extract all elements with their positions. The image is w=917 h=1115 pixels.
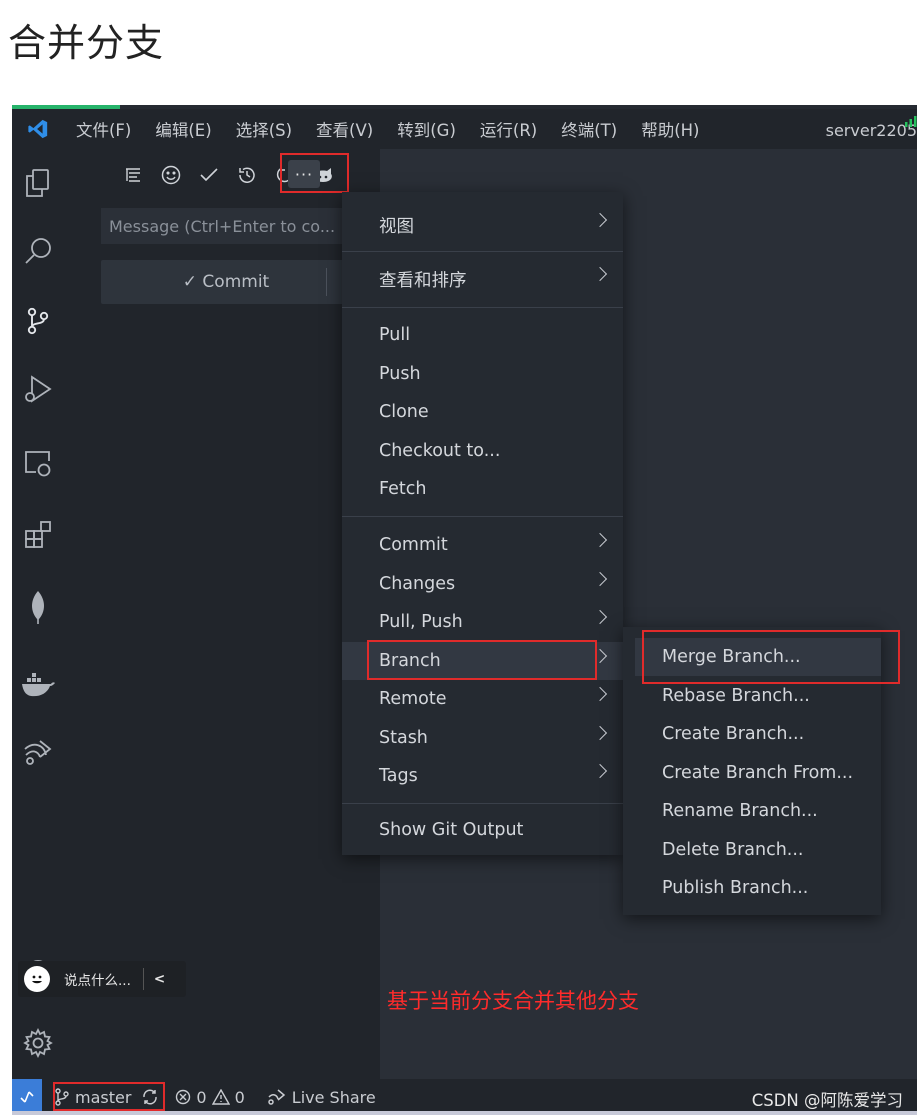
submenu-delete-branch[interactable]: Delete Branch... [623, 831, 881, 869]
menu-edit[interactable]: 编辑(E) [143, 117, 223, 141]
commit-button-label: ✓ Commit [182, 272, 270, 292]
menu-item-checkout[interactable]: Checkout to... [342, 432, 623, 470]
menu-item-clone[interactable]: Clone [342, 393, 623, 431]
menu-separator [342, 516, 623, 517]
live-share-icon[interactable] [20, 735, 56, 771]
warning-icon [211, 1089, 230, 1105]
run-debug-icon[interactable] [20, 371, 56, 407]
menu-go[interactable]: 转到(G) [385, 117, 468, 141]
chevron-right-icon [592, 212, 608, 228]
search-icon[interactable] [20, 233, 56, 269]
chevron-right-icon [592, 266, 608, 282]
menu-item-fetch[interactable]: Fetch [342, 470, 623, 508]
menu-terminal[interactable]: 终端(T) [549, 117, 629, 141]
remote-explorer-icon[interactable] [20, 445, 56, 481]
menu-item-pull[interactable]: Pull [342, 316, 623, 354]
menu-file[interactable]: 文件(F) [64, 117, 143, 141]
chat-collapse-button[interactable]: < [154, 971, 165, 987]
explorer-icon[interactable] [20, 165, 56, 201]
commit-divider [326, 268, 327, 296]
menu-view[interactable]: 查看(V) [304, 117, 385, 141]
commit-message-input[interactable] [101, 208, 351, 244]
highlight-more-actions [280, 153, 349, 193]
submenu-rename-branch[interactable]: Rename Branch... [623, 792, 881, 830]
chat-widget[interactable]: 说点什么... < [18, 961, 186, 997]
source-control-panel: ··· ✓ Commit [64, 149, 380, 1079]
problems-indicator[interactable]: 0 0 [175, 1087, 245, 1107]
page-title: 合并分支 [8, 21, 165, 65]
warning-count: 0 [234, 1087, 245, 1107]
mongodb-leaf-icon[interactable] [20, 589, 56, 625]
menu-item-changes[interactable]: Changes [342, 565, 623, 603]
menu-item-commit[interactable]: Commit [342, 526, 623, 564]
highlight-branch-indicator [53, 1082, 165, 1111]
source-control-icon[interactable] [20, 303, 56, 339]
live-share-button[interactable]: Live Share [267, 1088, 376, 1107]
chevron-right-icon [592, 532, 608, 548]
menu-item-stash[interactable]: Stash [342, 719, 623, 757]
bottom-divider [12, 1111, 917, 1115]
submenu-publish-branch[interactable]: Publish Branch... [623, 869, 881, 907]
live-share-label: Live Share [291, 1087, 376, 1107]
menu-item-pull-push[interactable]: Pull, Push [342, 603, 623, 641]
live-share-status-icon [268, 1089, 285, 1105]
smiley-face-icon [24, 966, 50, 992]
scm-context-menu: 视图 查看和排序 Pull Push Clone Checkout to... … [342, 192, 623, 855]
menu-run[interactable]: 运行(R) [468, 117, 549, 141]
menu-item-show-git-output[interactable]: Show Git Output [342, 811, 623, 849]
vscode-logo-icon [12, 109, 64, 149]
submenu-create-branch[interactable]: Create Branch... [623, 715, 881, 753]
chevron-right-icon [592, 725, 608, 741]
smiley-icon[interactable] [152, 161, 190, 189]
highlight-branch [367, 640, 597, 680]
highlight-merge-branch [642, 630, 900, 684]
signal-icon [905, 116, 917, 127]
csdn-watermark: CSDN @阿陈爱学习 [751, 1091, 903, 1110]
menubar: 文件(F) 编辑(E) 选择(S) 查看(V) 转到(G) 运行(R) 终端(T… [12, 109, 917, 149]
chat-label: 说点什么... [64, 973, 131, 989]
remote-indicator-icon[interactable] [12, 1079, 42, 1115]
menu-item-remote[interactable]: Remote [342, 680, 623, 718]
menu-help[interactable]: 帮助(H) [629, 117, 711, 141]
annotation-text: 基于当前分支合并其他分支 [387, 989, 639, 1013]
docker-icon[interactable] [20, 667, 56, 703]
menu-separator [342, 251, 623, 252]
menu-separator [342, 803, 623, 804]
extensions-icon[interactable] [20, 517, 56, 553]
chevron-right-icon [592, 686, 608, 702]
menu-item-view-sort[interactable]: 查看和排序 [342, 260, 623, 298]
activity-bar [12, 149, 64, 1079]
submenu-create-branch-from[interactable]: Create Branch From... [623, 754, 881, 792]
vscode-window: 文件(F) 编辑(E) 选择(S) 查看(V) 转到(G) 运行(R) 终端(T… [12, 105, 917, 1115]
menu-selection[interactable]: 选择(S) [224, 117, 304, 141]
menu-item-push[interactable]: Push [342, 355, 623, 393]
history-icon[interactable] [228, 161, 266, 189]
server-name: server2205 [825, 121, 917, 140]
chevron-right-icon [592, 609, 608, 625]
commit-button[interactable]: ✓ Commit [101, 260, 351, 304]
commit-check-icon[interactable] [190, 161, 228, 189]
menu-item-tags[interactable]: Tags [342, 757, 623, 795]
tree-view-icon[interactable] [114, 161, 152, 189]
menu-separator [342, 307, 623, 308]
error-count: 0 [196, 1087, 207, 1107]
error-icon [176, 1089, 191, 1105]
chevron-right-icon [592, 571, 608, 587]
chevron-right-icon [592, 763, 608, 779]
menu-item-view[interactable]: 视图 [342, 206, 623, 244]
settings-gear-icon[interactable] [20, 1025, 56, 1061]
chat-divider [142, 968, 144, 990]
